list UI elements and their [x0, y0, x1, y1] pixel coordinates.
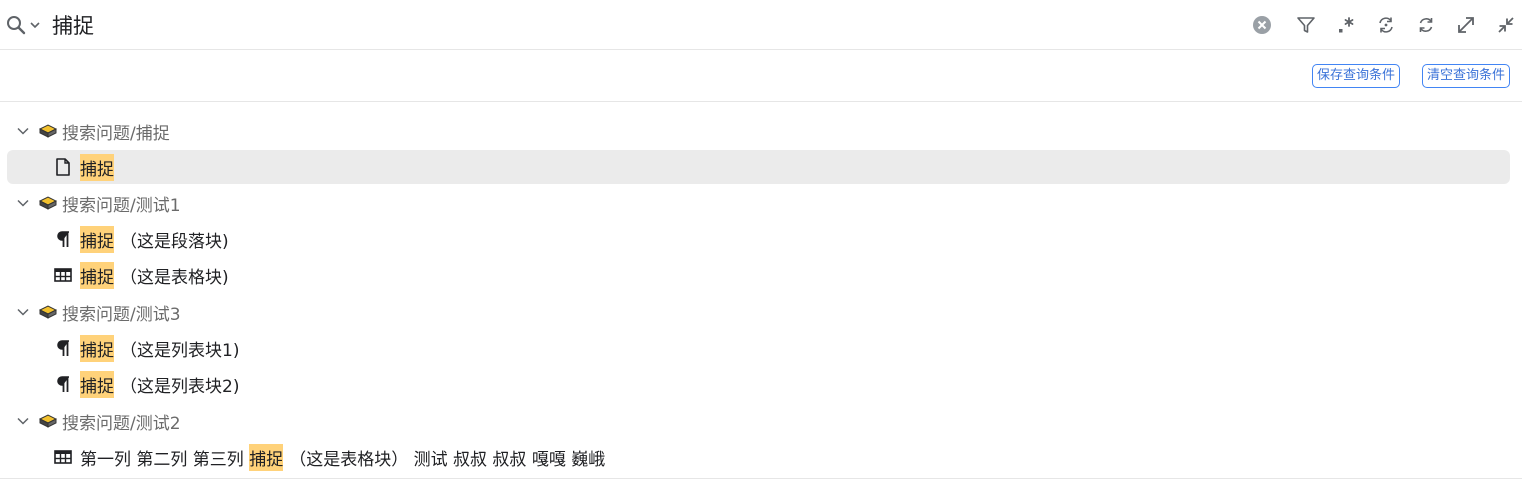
match-highlight: 捕捉: [80, 261, 114, 289]
table-icon: [54, 266, 72, 284]
conditions-bar: 保存查询条件 清空查询条件: [0, 51, 1522, 102]
notebook-icon: [39, 124, 57, 138]
regex-icon: [1339, 17, 1354, 33]
search-bar: [0, 0, 1522, 50]
match-highlight: 捕捉: [80, 153, 114, 181]
result-group-header[interactable]: 搜索问题/测试1: [7, 186, 1510, 220]
search-icon: [7, 16, 26, 35]
paragraph-icon: [54, 375, 72, 393]
match-highlight: 捕捉: [249, 443, 284, 471]
result-suffix: （这是段落块): [120, 231, 229, 252]
clear-search-button[interactable]: [1249, 12, 1275, 38]
result-item[interactable]: 捕捉 （这是表格块): [7, 258, 1510, 292]
document-icon: [54, 158, 72, 176]
match-highlight: 捕捉: [80, 370, 114, 398]
regex-button[interactable]: [1333, 12, 1359, 38]
group-path: 搜索问题/捕捉: [62, 123, 170, 144]
refresh-button[interactable]: [1413, 12, 1439, 38]
group-path: 搜索问题/测试2: [62, 413, 181, 434]
replace-icon: [1379, 17, 1393, 33]
result-item[interactable]: 捕捉 （这是列表块1): [7, 331, 1510, 365]
result-suffix: （这是表格块） 测试 叔叔 叔叔 嘎嘎 巍峨: [289, 449, 606, 470]
notebook-icon: [39, 305, 57, 319]
search-input[interactable]: [52, 10, 1202, 40]
match-highlight: 捕捉: [80, 225, 114, 253]
result-suffix: （这是列表块1): [120, 340, 240, 361]
save-conditions-button[interactable]: 保存查询条件: [1312, 64, 1401, 88]
notebook-icon: [39, 196, 57, 210]
group-path: 搜索问题/测试1: [62, 195, 181, 216]
result-group-header[interactable]: 搜索问题/捕捉: [7, 114, 1510, 148]
search-panel: 保存查询条件 清空查询条件 搜索问题/捕捉 捕捉: [0, 0, 1522, 481]
chevron-down-icon: [17, 308, 29, 316]
collapse-icon: [1498, 17, 1514, 33]
expand-button[interactable]: [1453, 12, 1479, 38]
chevron-down-icon: [17, 127, 29, 135]
table-icon: [54, 448, 72, 466]
paragraph-icon: [54, 230, 72, 248]
result-item[interactable]: 捕捉 （这是列表块2): [7, 367, 1510, 401]
match-highlight: 捕捉: [80, 334, 114, 362]
chevron-down-icon: [17, 199, 29, 207]
result-item[interactable]: 捕捉: [7, 150, 1510, 184]
paragraph-icon: [54, 339, 72, 357]
result-item[interactable]: 捕捉 （这是段落块): [7, 222, 1510, 256]
clear-conditions-button[interactable]: 清空查询条件: [1422, 64, 1511, 88]
expand-icon: [1458, 17, 1474, 33]
notebook-icon: [39, 414, 57, 428]
chevron-down-icon: [17, 417, 29, 425]
replace-button[interactable]: [1373, 12, 1399, 38]
result-prefix: 第一列 第二列 第三列: [80, 449, 250, 470]
filter-button[interactable]: [1293, 12, 1319, 38]
filter-icon: [1297, 17, 1315, 33]
search-mode-toggle[interactable]: [5, 12, 47, 38]
result-suffix: （这是表格块): [120, 267, 229, 288]
collapse-button[interactable]: [1493, 12, 1519, 38]
refresh-icon: [1419, 18, 1433, 32]
result-group-header[interactable]: 搜索问题/测试3: [7, 295, 1510, 329]
chevron-down-icon: [30, 22, 40, 29]
clear-icon: [1253, 16, 1271, 34]
result-group-header[interactable]: 搜索问题/测试2: [7, 404, 1510, 438]
result-suffix: （这是列表块2): [120, 376, 240, 397]
group-path: 搜索问题/测试3: [62, 304, 181, 325]
bottom-divider: [0, 478, 1522, 479]
result-item[interactable]: 第一列 第二列 第三列 捕捉 （这是表格块） 测试 叔叔 叔叔 嘎嘎 巍峨: [7, 440, 1510, 474]
